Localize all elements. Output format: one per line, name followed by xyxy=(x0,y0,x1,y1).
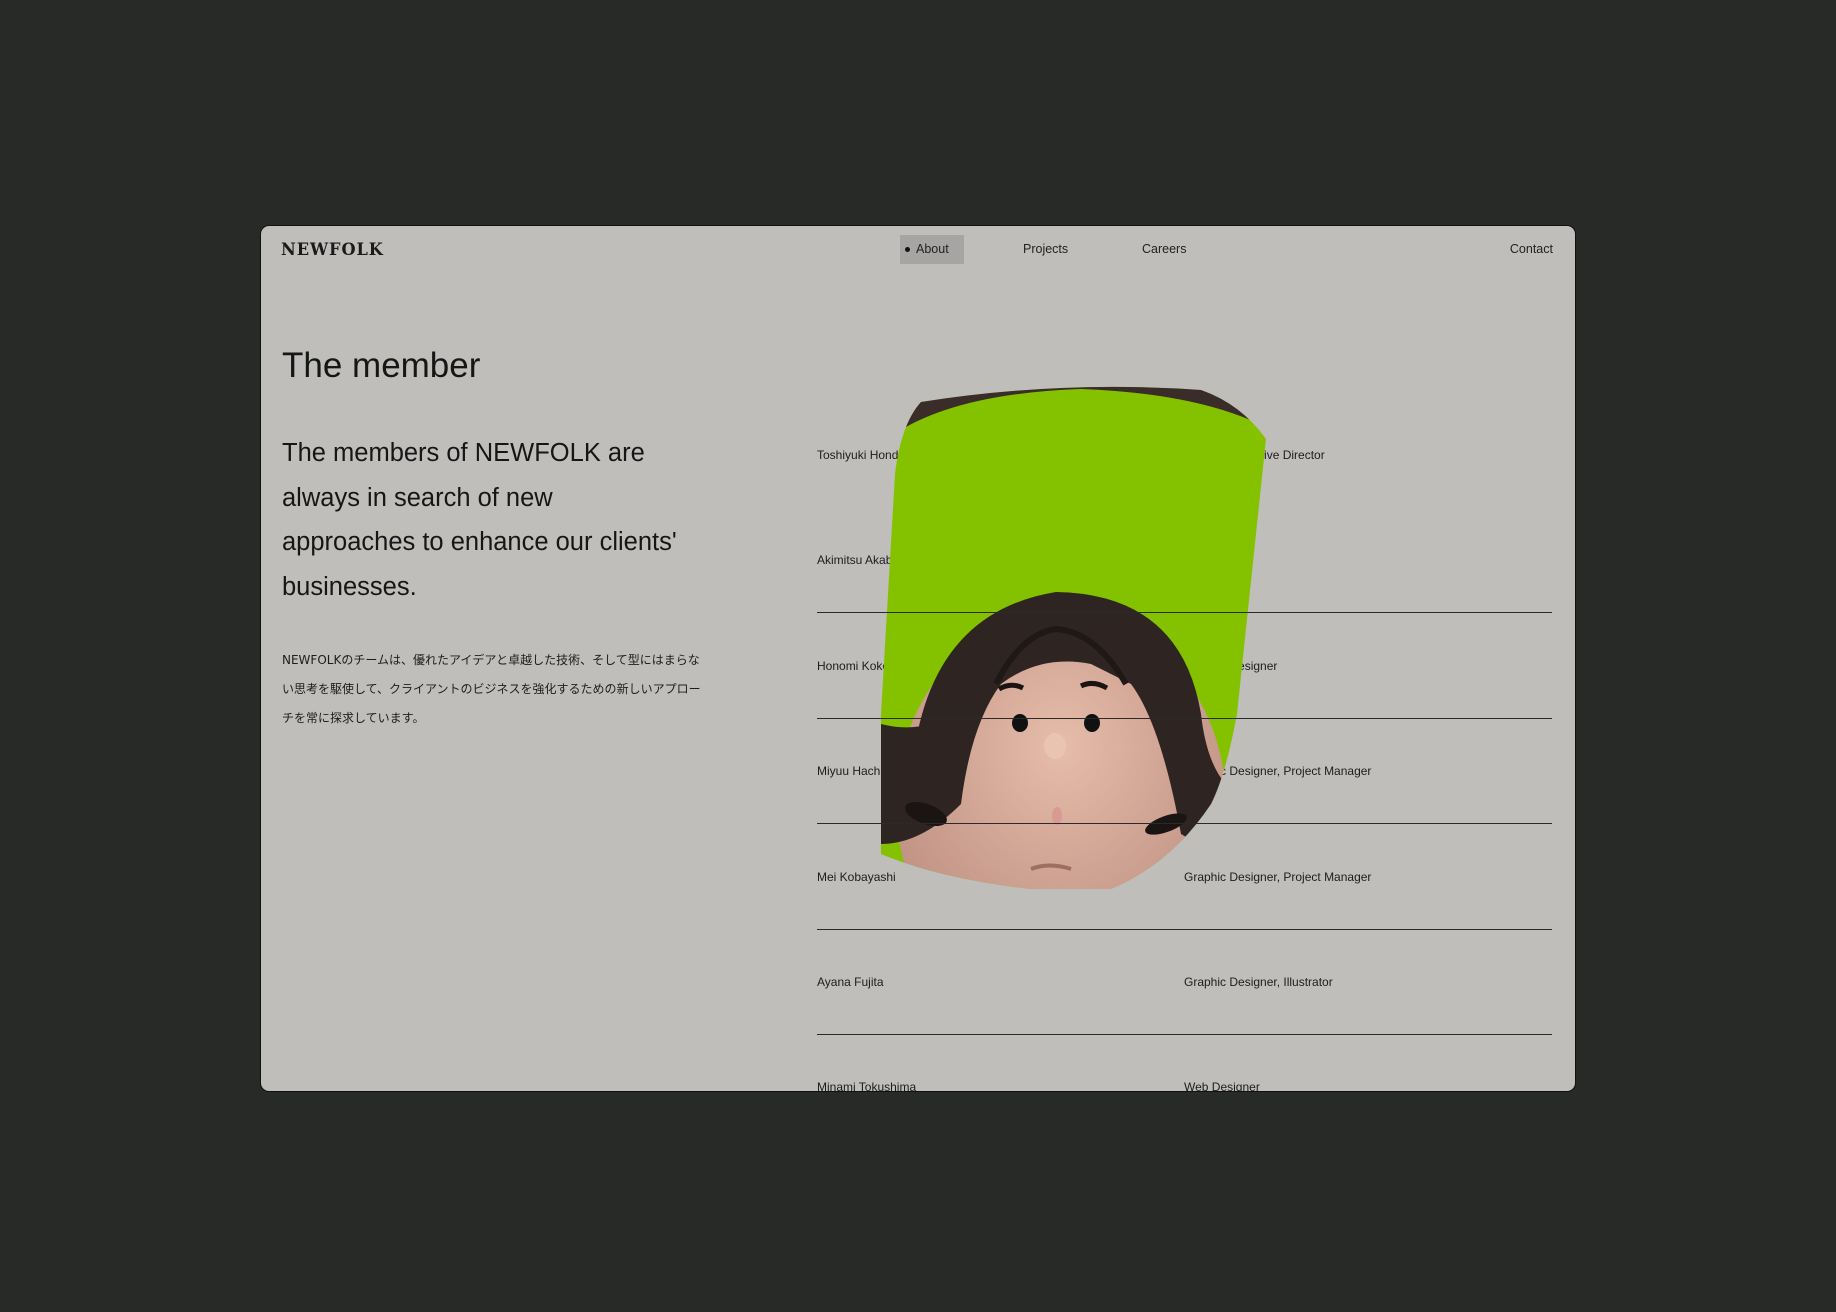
nav-projects[interactable]: Projects xyxy=(1023,235,1068,264)
divider xyxy=(817,613,1552,719)
lead-text-japanese: NEWFOLKのチームは、優れたアイデアと卓越した技術、そして型にはまらない思考… xyxy=(282,653,701,725)
browser-window: NEWFOLK About Projects Careers Contact T… xyxy=(260,225,1576,1092)
page-title: The member xyxy=(282,346,481,385)
nav-contact[interactable]: Contact xyxy=(1510,235,1553,264)
lead-text: The members of NEWFOLK are always in sea… xyxy=(282,439,677,601)
nav-careers[interactable]: Careers xyxy=(1142,235,1186,264)
divider xyxy=(817,719,1552,825)
row-dividers xyxy=(817,508,1552,1091)
divider xyxy=(817,930,1552,1035)
divider xyxy=(817,824,1552,930)
nav-about[interactable]: About xyxy=(900,235,964,264)
divider xyxy=(817,508,1552,614)
logo[interactable]: NEWFOLK xyxy=(281,240,384,260)
divider xyxy=(817,1035,1552,1091)
